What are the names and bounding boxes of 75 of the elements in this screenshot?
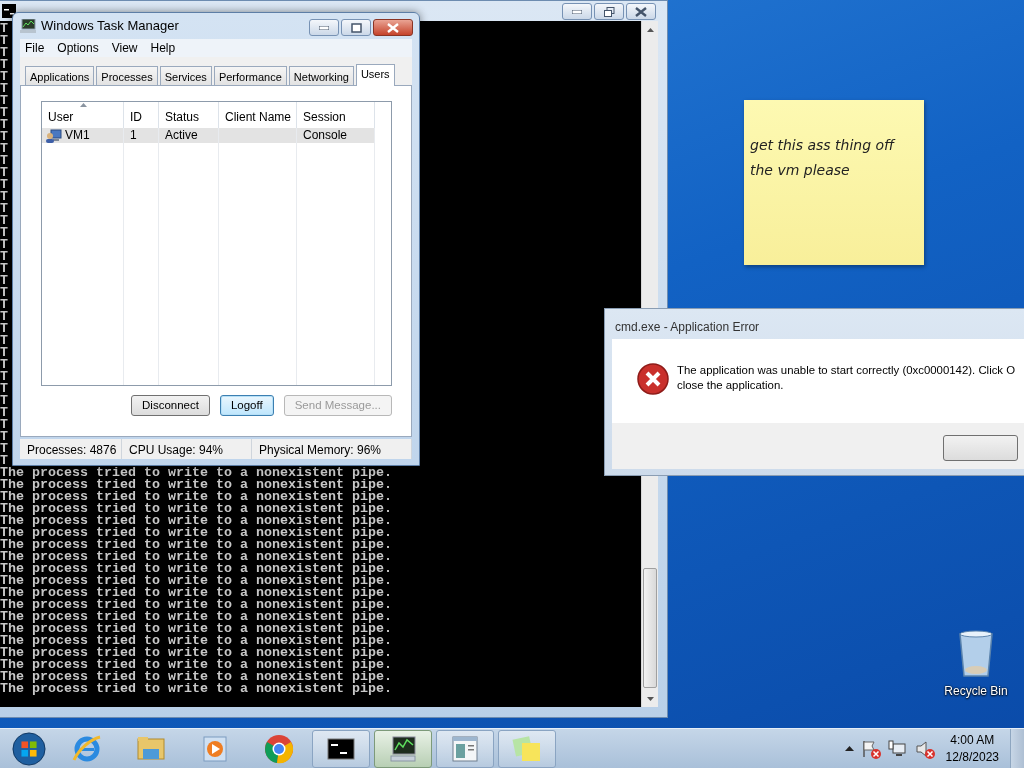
status-text: Processes: 4876 [20, 439, 122, 459]
console-line: The process tried to write to a nonexistent pipe. [0, 611, 392, 623]
column-label: Client Name [225, 110, 292, 124]
table-cell: Console [297, 128, 375, 143]
console-line: The process tried to write to a nonexistent pipe. [0, 551, 392, 563]
console-line: T [0, 455, 8, 467]
console-line: T [0, 431, 8, 443]
console-line: T [0, 335, 8, 347]
console-line: T [0, 251, 8, 263]
console-line: T [0, 227, 8, 239]
console-line: The process tried to write to a nonexistent pipe. [0, 515, 392, 527]
console-line: T [0, 347, 8, 359]
console-line: T [0, 35, 8, 47]
console-line: T [0, 371, 8, 383]
console-line: T [0, 191, 8, 203]
console-line: The process tried to write to a nonexistent pipe. [0, 479, 392, 491]
console-line: T [0, 275, 8, 287]
console-line: T [0, 167, 8, 179]
console-line: T [0, 311, 8, 323]
column-label: Session [303, 110, 346, 124]
console-line: T [0, 299, 8, 311]
console-line: The process tried to write to a nonexistent pipe. [0, 575, 392, 587]
console-line: The process tried to write to a nonexistent pipe. [0, 467, 392, 479]
error-message: The application was unable to start correctly (0xc0000142). Click O close the application. [677, 363, 1016, 393]
status-text: CPU Usage: 94% [122, 439, 252, 459]
console-line: The process tried to write to a nonexistent pipe. [0, 671, 392, 683]
console-line: The process tried to write to a nonexistent pipe. [0, 599, 392, 611]
status-text: Physical Memory: 96% [252, 439, 412, 459]
column-label: ID [130, 110, 142, 124]
console-line: T [0, 239, 8, 251]
console-line: T [0, 23, 8, 35]
console-line: The process tried to write to a nonexistent pipe. [0, 647, 392, 659]
console-line: T [0, 263, 8, 275]
console-line: T [0, 71, 8, 83]
column-label: Status [165, 110, 200, 124]
console-line: T [0, 119, 8, 131]
console-line: T [0, 143, 8, 155]
icon-label: Recycle Bin [944, 683, 1008, 700]
console-line: The process tried to write to a nonexistent pipe. [0, 659, 392, 671]
console-line: The process tried to write to a nonexistent pipe. [0, 491, 392, 503]
console-line: T [0, 179, 8, 191]
console-line: T [0, 419, 8, 431]
console-line: T [0, 203, 8, 215]
console-line: T [0, 47, 8, 59]
column-label: User [48, 110, 74, 124]
console-line: T [0, 395, 8, 407]
console-line: T [0, 407, 8, 419]
console-line: T [0, 287, 8, 299]
clock-time: 4:00 AM [949, 731, 996, 749]
table-cell: Active [159, 128, 219, 143]
table-cell: VM1 [65, 128, 90, 143]
console-line: T [0, 131, 8, 143]
dialog-title: cmd.exe - Application Error [614, 319, 761, 336]
window-title: Windows Task Manager [41, 17, 179, 36]
console-line: The process tried to write to a nonexistent pipe. [0, 587, 392, 599]
console-line: The process tried to write to a nonexistent pipe. [0, 683, 392, 695]
console-line: T [0, 383, 8, 395]
console-line: The process tried to write to a nonexistent pipe. [0, 563, 392, 575]
console-line: T [0, 59, 8, 71]
note-text: get this ass thing off the vm please [750, 136, 897, 180]
console-line: T [0, 83, 8, 95]
console-line: T [0, 215, 8, 227]
table-cell: 1 [124, 128, 159, 143]
console-line: T [0, 323, 8, 335]
console-line: The process tried to write to a nonexistent pipe. [0, 503, 392, 515]
console-line: T [0, 443, 8, 455]
console-line: T [0, 155, 8, 167]
console-line: T [0, 107, 8, 119]
clock-date: 12/8/2023 [945, 748, 999, 766]
console-line: The process tried to write to a nonexistent pipe. [0, 623, 392, 635]
console-line: T [0, 95, 8, 107]
console-line: T [0, 359, 8, 371]
console-line: The process tried to write to a nonexistent pipe. [0, 539, 392, 551]
console-line: The process tried to write to a nonexistent pipe. [0, 635, 392, 647]
console-line: The process tried to write to a nonexistent pipe. [0, 527, 392, 539]
